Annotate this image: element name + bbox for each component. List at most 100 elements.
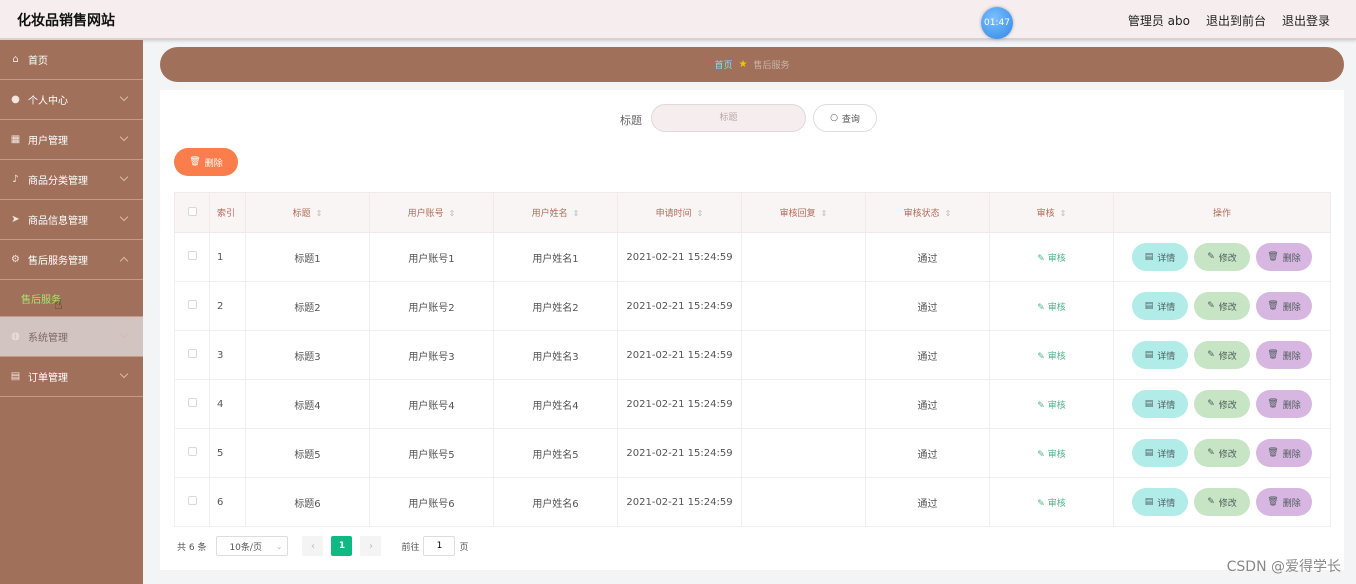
cell-ops: ▤ 详情 ✎ 修改 🗑 删除	[1113, 281, 1331, 331]
edit-icon: ✎	[1207, 301, 1215, 311]
document-icon: ▤	[1144, 301, 1154, 311]
col-header-reply[interactable]: 审核回复 ⇕	[741, 192, 866, 233]
delete-button[interactable]: 🗑 删除	[1256, 439, 1312, 467]
detail-button[interactable]: ▤ 详情	[1132, 292, 1188, 320]
cell-audit: ✎ 审核	[989, 232, 1114, 282]
trash-icon: 🗑	[1267, 497, 1279, 507]
delete-button[interactable]: 🗑 删除	[1256, 488, 1312, 516]
audit-link[interactable]: ✎ 审核	[1037, 401, 1065, 411]
sidebar-item-product-management[interactable]: ➤ 商品信息管理	[0, 200, 143, 240]
audit-link[interactable]: ✎ 审核	[1037, 303, 1065, 313]
audit-link[interactable]: ✎ 审核	[1037, 254, 1065, 264]
edit-button[interactable]: ✎ 修改	[1194, 243, 1250, 271]
cell-status: 通过	[865, 379, 990, 429]
cell-name: 用户姓名1	[493, 232, 618, 282]
audit-link[interactable]: ✎ 审核	[1037, 450, 1065, 460]
edit-button[interactable]: ✎ 修改	[1194, 439, 1250, 467]
row-checkbox[interactable]	[174, 477, 210, 527]
sidebar-item-label: 商品分类管理	[28, 176, 88, 187]
breadcrumb: 首页 ★ 售后服务	[160, 47, 1344, 82]
detail-button[interactable]: ▤ 详情	[1132, 439, 1188, 467]
col-header-title[interactable]: 标题 ⇕	[245, 192, 370, 233]
goto-page-input[interactable]	[423, 536, 456, 556]
admin-user-label[interactable]: 管理员 abo	[1128, 12, 1190, 29]
edit-button[interactable]: ✎ 修改	[1194, 390, 1250, 418]
audit-link[interactable]: ✎ 审核	[1037, 499, 1065, 509]
chevron-down-icon: ⌄	[275, 541, 283, 551]
document-icon: ▤	[1144, 497, 1154, 507]
col-header-ops: 操作	[1113, 192, 1331, 233]
select-all-checkbox[interactable]	[174, 192, 210, 233]
col-header-audit[interactable]: 审核 ⇕	[989, 192, 1114, 233]
sidebar-item-after-sales-management[interactable]: ⚙ 售后服务管理	[0, 240, 143, 280]
sidebar-item-category-management[interactable]: ♪ 商品分类管理	[0, 160, 143, 200]
main-panel: 标题 ○ 查询 🗑 删除 索引 标题⇕ 用户账号⇕ 用户姓名⇕ 申请时间⇕ 审核…	[160, 90, 1344, 570]
col-header-account[interactable]: 用户账号 ⇕	[369, 192, 494, 233]
delete-button[interactable]: 🗑 删除	[1256, 292, 1312, 320]
cell-audit: ✎ 审核	[989, 379, 1114, 429]
cell-ops: ▤ 详情 ✎ 修改 🗑 删除	[1113, 330, 1331, 380]
sidebar-item-label: 首页	[28, 56, 48, 67]
sidebar-item-system-management[interactable]: ◍ 系统管理	[0, 317, 143, 357]
edit-button[interactable]: ✎ 修改	[1194, 488, 1250, 516]
cell-ops: ▤ 详情 ✎ 修改 🗑 删除	[1113, 379, 1331, 429]
sidebar-item-user-management[interactable]: ▦ 用户管理	[0, 120, 143, 160]
sidebar-item-home[interactable]: ⌂ 首页	[0, 40, 143, 80]
detail-button[interactable]: ▤ 详情	[1132, 488, 1188, 516]
sidebar-item-personal-center[interactable]: ● 个人中心	[0, 80, 143, 120]
sidebar-item-order-management[interactable]: ▤ 订单管理	[0, 357, 143, 397]
edit-button[interactable]: ✎ 修改	[1194, 292, 1250, 320]
search-button[interactable]: ○ 查询	[813, 104, 877, 132]
row-checkbox[interactable]	[174, 281, 210, 331]
row-checkbox[interactable]	[174, 428, 210, 478]
page-suffix-label: 页	[459, 542, 469, 553]
prev-page-button[interactable]: ‹	[302, 536, 324, 556]
col-header-status[interactable]: 审核状态 ⇕	[865, 192, 990, 233]
row-checkbox[interactable]	[174, 379, 210, 429]
edit-icon: ✎	[1037, 351, 1045, 362]
cell-name: 用户姓名4	[493, 379, 618, 429]
delete-button[interactable]: 🗑 删除	[1256, 243, 1312, 271]
cell-time: 2021-02-21 15:24:59	[617, 232, 742, 282]
cell-title: 标题3	[245, 330, 370, 380]
sidebar-subitem-after-sales[interactable]: 售后服务	[0, 280, 143, 317]
cell-reply	[741, 232, 866, 282]
cell-status: 通过	[865, 428, 990, 478]
cell-time: 2021-02-21 15:24:59	[617, 379, 742, 429]
cell-index: 2	[209, 281, 246, 331]
edit-button[interactable]: ✎ 修改	[1194, 341, 1250, 369]
edit-icon: ✎	[1207, 399, 1215, 409]
bulk-delete-button[interactable]: 🗑 删除	[174, 148, 238, 176]
col-header-name[interactable]: 用户姓名 ⇕	[493, 192, 618, 233]
cell-title: 标题6	[245, 477, 370, 527]
delete-button[interactable]: 🗑 删除	[1256, 390, 1312, 418]
cell-time: 2021-02-21 15:24:59	[617, 428, 742, 478]
detail-button[interactable]: ▤ 详情	[1132, 390, 1188, 418]
exit-to-front-link[interactable]: 退出到前台	[1206, 12, 1266, 29]
col-header-time[interactable]: 申请时间 ⇕	[617, 192, 742, 233]
page-size-select[interactable]: 10条/页 ⌄	[216, 536, 289, 556]
detail-button[interactable]: ▤ 详情	[1132, 341, 1188, 369]
delete-button[interactable]: 🗑 删除	[1256, 341, 1312, 369]
search-input[interactable]	[651, 104, 806, 132]
cell-audit: ✎ 审核	[989, 330, 1114, 380]
table-icon: ▤	[10, 371, 21, 382]
sort-icon: ⇕	[572, 208, 580, 218]
table-row: 4 标题4 用户账号4 用户姓名4 2021-02-21 15:24:59 通过 ✎ 审核 ▤…	[174, 379, 1331, 429]
detail-button[interactable]: ▤ 详情	[1132, 243, 1188, 271]
next-page-button[interactable]: ›	[360, 536, 382, 556]
document-icon: ▤	[1144, 448, 1154, 458]
breadcrumb-home[interactable]: 首页	[715, 58, 733, 71]
audit-link[interactable]: ✎ 审核	[1037, 352, 1065, 362]
sidebar-item-label: 用户管理	[28, 136, 68, 147]
col-header-index: 索引	[209, 192, 246, 233]
edit-icon: ✎	[1037, 400, 1045, 411]
row-checkbox[interactable]	[174, 232, 210, 282]
page-number-button[interactable]: 1	[331, 536, 353, 556]
chevron-up-icon	[119, 256, 129, 266]
logout-link[interactable]: 退出登录	[1282, 12, 1330, 29]
pagination: 共 6 条 10条/页 ⌄ ‹ 1 › 前往 页	[177, 536, 468, 556]
edit-icon: ✎	[1207, 350, 1215, 360]
cell-reply	[741, 330, 866, 380]
row-checkbox[interactable]	[174, 330, 210, 380]
